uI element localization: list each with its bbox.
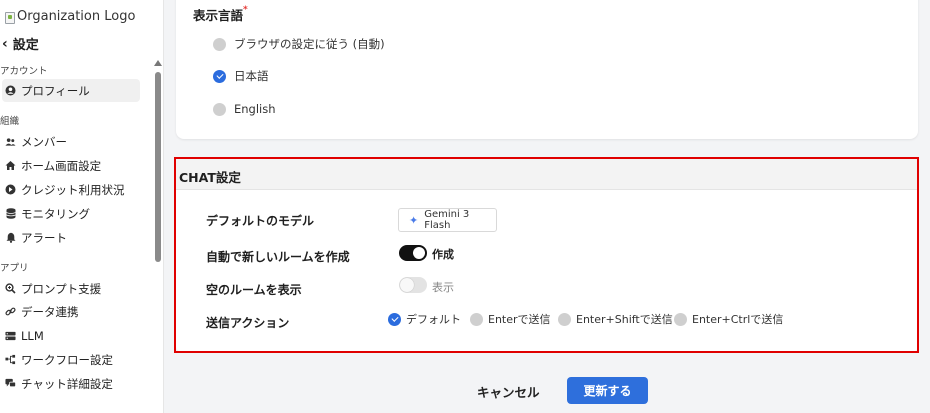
radio-label: Enterで送信	[488, 313, 551, 326]
sidebar-item-label: モニタリング	[21, 206, 90, 221]
language-option-auto[interactable]: ブラウザの設定に従う (自動)	[213, 36, 385, 52]
language-option-english[interactable]: English	[213, 102, 276, 116]
chat-icon	[5, 378, 16, 389]
database-icon	[5, 208, 16, 219]
organization-logo-alt: Organization Logo	[17, 9, 136, 24]
sidebar-item-label: LLM	[21, 328, 44, 343]
back-to-settings[interactable]: ‹ 設定	[2, 34, 39, 54]
sidebar-item-monitoring[interactable]: モニタリング	[2, 202, 140, 225]
link-icon	[5, 306, 16, 317]
radio-unchecked-icon[interactable]	[470, 312, 483, 326]
radio-label: Enter+Shiftで送信	[576, 313, 673, 326]
sidebar-item-label: メンバー	[21, 134, 67, 149]
radio-label: ブラウザの設定に従う (自動)	[234, 37, 385, 51]
scroll-thumb[interactable]	[155, 72, 161, 262]
sidebar-item-alert[interactable]: アラート	[2, 226, 140, 249]
home-icon	[5, 160, 16, 171]
sidebar-item-home-settings[interactable]: ホーム画面設定	[2, 154, 140, 177]
language-card: 表示言語* ブラウザの設定に従う (自動) 日本語 English	[176, 0, 918, 139]
update-button[interactable]: 更新する	[567, 377, 648, 404]
default-model-select[interactable]: ✦ Gemini 3 Flash	[398, 208, 497, 232]
chat-settings-title: CHAT設定	[179, 170, 241, 185]
sidebar-item-credit-usage[interactable]: クレジット利用状況	[2, 178, 140, 201]
radio-label: デフォルト	[406, 313, 461, 326]
show-empty-room-toggle[interactable]	[399, 277, 427, 293]
show-empty-room-toggle-label: 表示	[432, 281, 454, 294]
radio-unchecked-icon[interactable]	[213, 102, 226, 116]
sidebar-item-llm[interactable]: LLM	[2, 324, 140, 347]
broken-image-icon	[5, 11, 15, 24]
sidebar-item-label: ホーム画面設定	[21, 158, 102, 173]
scroll-up-arrow-icon[interactable]	[154, 60, 162, 66]
sidebar-item-label: プロンプト支援	[21, 281, 102, 296]
sidebar-item-label: クレジット利用状況	[21, 182, 125, 197]
default-model-value: Gemini 3 Flash	[424, 209, 470, 231]
required-mark: *	[243, 5, 248, 15]
radio-label: Enter+Ctrlで送信	[692, 313, 784, 326]
radio-unchecked-icon[interactable]	[213, 37, 226, 51]
send-option-enter-shift[interactable]: Enter+Shiftで送信	[558, 311, 673, 327]
send-option-enter[interactable]: Enterで送信	[470, 311, 551, 327]
sidebar-item-prompt-support[interactable]: プロンプト支援	[2, 277, 140, 300]
send-option-default[interactable]: デフォルト	[388, 311, 461, 327]
sidebar-item-workflow-settings[interactable]: ワークフロー設定	[2, 348, 140, 371]
sidebar-item-data-integration[interactable]: データ連携	[2, 300, 140, 323]
sidebar-item-label: データ連携	[21, 304, 79, 319]
main-content: 表示言語* ブラウザの設定に従う (自動) 日本語 English CHAT設定…	[164, 0, 930, 413]
chat-settings-header: CHAT設定	[176, 158, 918, 190]
credit-icon	[5, 184, 16, 195]
sidebar-item-label: ワークフロー設定	[21, 352, 113, 367]
sidebar-scrollbar[interactable]	[154, 60, 162, 413]
prompt-icon	[5, 283, 16, 294]
sidebar-item-label: アラート	[21, 230, 67, 245]
chevron-left-icon: ‹	[2, 35, 8, 52]
sidebar: Organization Logo ‹ 設定 アカウント プロフィール 組織 メ…	[0, 0, 164, 413]
organization-logo[interactable]: Organization Logo	[5, 9, 135, 24]
users-icon	[5, 136, 16, 147]
gemini-sparkle-icon: ✦	[409, 213, 419, 227]
section-label-account: アカウント	[0, 66, 48, 77]
send-option-enter-ctrl[interactable]: Enter+Ctrlで送信	[674, 311, 783, 327]
radio-label: 日本語	[234, 69, 269, 83]
workflow-icon	[5, 354, 16, 365]
auto-new-room-toggle[interactable]	[399, 245, 427, 261]
language-title: 表示言語*	[193, 5, 248, 24]
language-title-text: 表示言語	[193, 8, 244, 23]
radio-label: English	[234, 102, 276, 116]
radio-unchecked-icon[interactable]	[558, 312, 571, 326]
radio-checked-icon[interactable]	[213, 69, 226, 83]
radio-checked-icon[interactable]	[388, 312, 401, 326]
sidebar-item-label: チャット詳細設定	[21, 376, 113, 391]
user-circle-icon	[5, 85, 16, 96]
bell-icon	[5, 232, 16, 243]
server-icon	[5, 330, 16, 341]
show-empty-room-label: 空のルームを表示	[206, 283, 302, 297]
sidebar-item-members[interactable]: メンバー	[2, 130, 140, 153]
radio-unchecked-icon[interactable]	[674, 312, 687, 326]
section-label-app: アプリ	[0, 263, 29, 274]
send-action-label: 送信アクション	[206, 316, 290, 330]
default-model-label: デフォルトのモデル	[206, 214, 315, 228]
section-label-organization: 組織	[0, 116, 20, 127]
sidebar-item-profile[interactable]: プロフィール	[2, 79, 140, 102]
settings-heading: 設定	[12, 38, 39, 53]
language-option-japanese[interactable]: 日本語	[213, 68, 269, 84]
auto-new-room-label: 自動で新しいルームを作成	[206, 250, 350, 264]
sidebar-item-chat-details[interactable]: チャット詳細設定	[2, 372, 140, 395]
cancel-button[interactable]: キャンセル	[477, 382, 540, 401]
auto-new-room-toggle-label: 作成	[432, 248, 454, 261]
sidebar-item-label: プロフィール	[21, 83, 90, 98]
